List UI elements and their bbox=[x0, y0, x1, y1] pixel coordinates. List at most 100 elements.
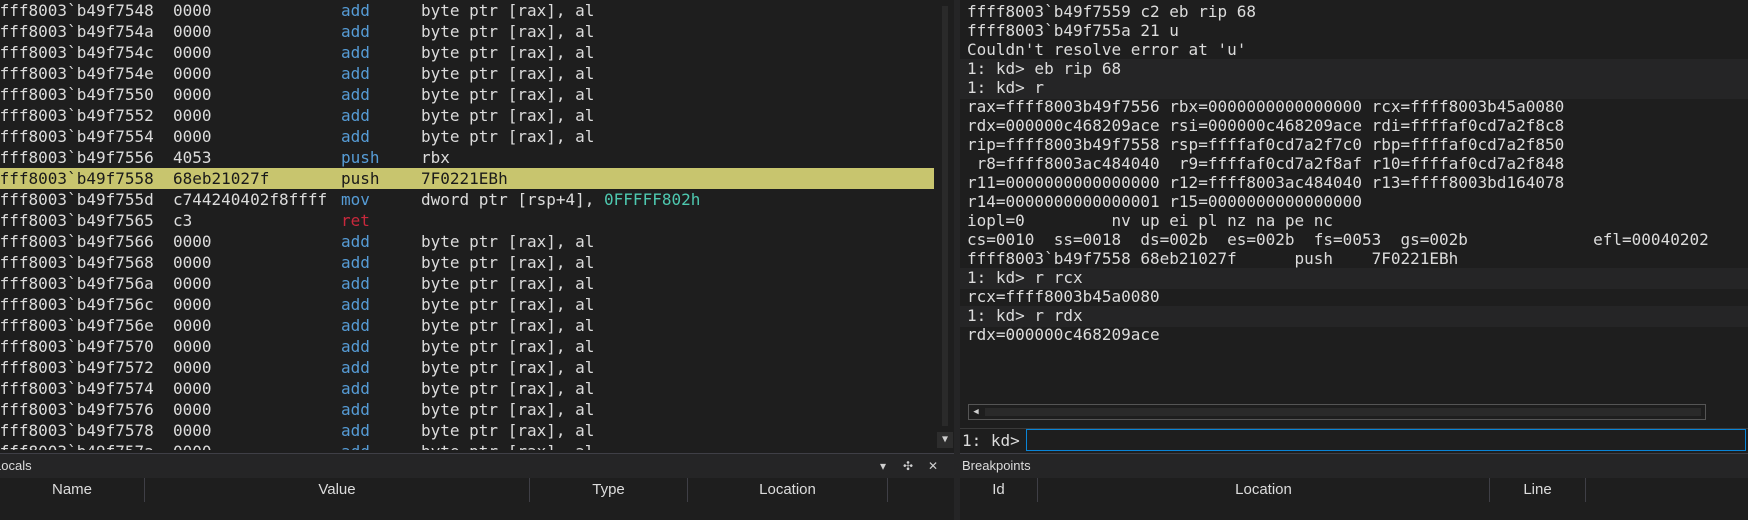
instruction-address: ffff8003`b49f754a bbox=[0, 22, 154, 41]
command-input[interactable] bbox=[1026, 429, 1746, 451]
instruction-bytes: 0000 bbox=[173, 421, 212, 440]
command-echo-line: 1: kd> r bbox=[967, 78, 1045, 97]
disassembly-line[interactable]: ffff8003`b49f7576 0000 add byte ptr [rax], … bbox=[0, 399, 934, 420]
disassembly-line[interactable]: ffff8003`b49f756c 0000 add byte ptr [rax], … bbox=[0, 294, 934, 315]
instruction-bytes: 4053 bbox=[173, 148, 212, 167]
instruction-operands: byte ptr [rax], al bbox=[421, 378, 594, 399]
instruction-address: ffff8003`b49f7554 bbox=[0, 127, 154, 146]
instruction-mnemonic: mov bbox=[341, 190, 370, 209]
command-output-line: rcx=ffff8003b45a0080 bbox=[967, 287, 1160, 306]
locals-col-location[interactable]: Location bbox=[688, 478, 888, 502]
instruction-operands: byte ptr [rax], al bbox=[421, 105, 594, 126]
pin-icon[interactable]: ✣ bbox=[899, 454, 917, 478]
chevron-down-icon[interactable]: ▾ bbox=[874, 454, 892, 478]
operand-text: byte ptr [rax], al bbox=[421, 379, 595, 398]
locals-title: Locals bbox=[0, 458, 32, 473]
command-output-line: r14=0000000000000001 r15=000000000000000… bbox=[967, 192, 1362, 211]
operand-text: byte ptr [rax], al bbox=[421, 64, 595, 83]
instruction-bytes: 0000 bbox=[173, 316, 212, 335]
disassembly-current-line[interactable]: ffff8003`b49f7558 68eb21027f push 7F0221EBh bbox=[0, 168, 934, 189]
command-horizontal-scrollbar[interactable]: ◀ bbox=[968, 404, 1706, 420]
disassembly-line[interactable]: ffff8003`b49f7554 0000 add byte ptr [rax], … bbox=[0, 126, 934, 147]
breakpoints-panel-header: Breakpoints bbox=[960, 453, 1748, 478]
scrollbar-thumb[interactable] bbox=[942, 6, 948, 426]
breakpoints-col-line[interactable]: Line bbox=[1490, 478, 1586, 502]
command-output-line: ffff8003`b49f755a 21 u bbox=[967, 21, 1179, 40]
command-output-line: r11=0000000000000000 r12=ffff8003ac48404… bbox=[967, 173, 1565, 192]
instruction-address: ffff8003`b49f756a bbox=[0, 274, 154, 293]
instruction-operands: 7F0221EBh bbox=[421, 168, 508, 189]
disassembly-line[interactable]: ffff8003`b49f7548 0000 add byte ptr [rax], … bbox=[0, 0, 934, 21]
operand-text: byte ptr [rax], al bbox=[421, 85, 595, 104]
scroll-left-arrow-icon[interactable]: ◀ bbox=[969, 405, 983, 419]
scrollbar-track[interactable] bbox=[985, 408, 1701, 416]
instruction-address: ffff8003`b49f756c bbox=[0, 295, 154, 314]
instruction-operands: byte ptr [rax], al bbox=[421, 441, 594, 450]
instruction-mnemonic: add bbox=[341, 22, 370, 41]
disassembly-line[interactable]: ffff8003`b49f756a 0000 add byte ptr [rax], … bbox=[0, 273, 934, 294]
breakpoints-column-header: Id Location Line bbox=[960, 478, 1748, 502]
breakpoints-col-id[interactable]: Id bbox=[960, 478, 1038, 502]
disassembly-line[interactable]: ffff8003`b49f754c 0000 add byte ptr [rax], … bbox=[0, 42, 934, 63]
operand-text: byte ptr [rax], al bbox=[421, 232, 595, 251]
operand-text: byte ptr [rax], al bbox=[421, 316, 595, 335]
command-output-line: r8=ffff8003ac484040 r9=ffffaf0cd7a2f8af … bbox=[967, 154, 1565, 173]
instruction-operands: byte ptr [rax], al bbox=[421, 252, 594, 273]
instruction-address: ffff8003`b49f756e bbox=[0, 316, 154, 335]
breakpoints-body[interactable] bbox=[960, 502, 1748, 520]
operand-text: byte ptr [rax], al bbox=[421, 253, 595, 272]
instruction-address: ffff8003`b49f7550 bbox=[0, 85, 154, 104]
instruction-address: ffff8003`b49f7566 bbox=[0, 232, 154, 251]
disassembly-line[interactable]: ffff8003`b49f7574 0000 add byte ptr [rax], … bbox=[0, 378, 934, 399]
disassembly-line[interactable]: ffff8003`b49f7565 c3 ret bbox=[0, 210, 934, 231]
disassembly-pane[interactable]: ffff8003`b49f7548 0000 add byte ptr [rax], … bbox=[0, 0, 934, 450]
locals-body[interactable] bbox=[0, 502, 954, 520]
disassembly-line[interactable]: ffff8003`b49f7552 0000 add byte ptr [rax], … bbox=[0, 105, 934, 126]
locals-col-value[interactable]: Value bbox=[145, 478, 530, 502]
instruction-operands: byte ptr [rax], al bbox=[421, 42, 594, 63]
operand-text: byte ptr [rax], al bbox=[421, 274, 595, 293]
instruction-operands: byte ptr [rax], al bbox=[421, 399, 594, 420]
instruction-bytes: 0000 bbox=[173, 295, 212, 314]
command-output-line: iopl=0 nv up ei pl nz na pe nc bbox=[967, 211, 1334, 230]
disassembly-line[interactable]: ffff8003`b49f754e 0000 add byte ptr [rax], … bbox=[0, 63, 934, 84]
locals-panel-header: Locals ▾ ✣ ✕ bbox=[0, 453, 954, 478]
disassembly-line[interactable]: ffff8003`b49f7568 0000 add byte ptr [rax], … bbox=[0, 252, 934, 273]
disassembly-line[interactable]: ffff8003`b49f7566 0000 add byte ptr [rax], … bbox=[0, 231, 934, 252]
instruction-mnemonic: add bbox=[341, 441, 370, 450]
close-icon[interactable]: ✕ bbox=[924, 454, 942, 478]
scroll-down-arrow-icon[interactable]: ▼ bbox=[937, 432, 953, 448]
disassembly-line[interactable]: ffff8003`b49f7550 0000 add byte ptr [rax], … bbox=[0, 84, 934, 105]
instruction-address: ffff8003`b49f7552 bbox=[0, 106, 154, 125]
breakpoints-col-location[interactable]: Location bbox=[1038, 478, 1490, 502]
disassembly-line[interactable]: ffff8003`b49f7570 0000 add byte ptr [rax], … bbox=[0, 336, 934, 357]
disassembly-line[interactable]: ffff8003`b49f757a 0000 add byte ptr [rax], … bbox=[0, 441, 934, 450]
disassembly-line[interactable]: ffff8003`b49f756e 0000 add byte ptr [rax], … bbox=[0, 315, 934, 336]
disassembly-line[interactable]: ffff8003`b49f7572 0000 add byte ptr [rax], … bbox=[0, 357, 934, 378]
instruction-bytes: 0000 bbox=[173, 232, 212, 251]
instruction-bytes: 0000 bbox=[173, 85, 212, 104]
instruction-operands: dword ptr [rsp+4], 0FFFFF802h bbox=[421, 189, 700, 210]
instruction-bytes: 0000 bbox=[173, 1, 212, 20]
instruction-address: ffff8003`b49f7556 bbox=[0, 148, 154, 167]
disassembly-line[interactable]: ffff8003`b49f755d c744240402f8ffff mov dwor… bbox=[0, 189, 934, 210]
locals-col-name[interactable]: Name bbox=[0, 478, 145, 502]
locals-col-type[interactable]: Type bbox=[530, 478, 688, 502]
command-echo-line: 1: kd> eb rip 68 bbox=[967, 59, 1122, 78]
instruction-address: ffff8003`b49f7572 bbox=[0, 358, 154, 377]
instruction-bytes: 0000 bbox=[173, 106, 212, 125]
disassembly-scrollbar[interactable]: ▼ bbox=[936, 0, 954, 450]
disassembly-line[interactable]: ffff8003`b49f754a 0000 add byte ptr [rax], … bbox=[0, 21, 934, 42]
instruction-mnemonic: ret bbox=[341, 211, 370, 230]
operand-text: byte ptr [rax], al bbox=[421, 127, 595, 146]
operand-text: byte ptr [rax], al bbox=[421, 358, 595, 377]
instruction-mnemonic: push bbox=[341, 169, 380, 188]
instruction-bytes: 0000 bbox=[173, 337, 212, 356]
instruction-operands: byte ptr [rax], al bbox=[421, 336, 594, 357]
disassembly-line[interactable]: ffff8003`b49f7556 4053 push rbx bbox=[0, 147, 934, 168]
disassembly-line[interactable]: ffff8003`b49f7578 0000 add byte ptr [rax], … bbox=[0, 420, 934, 441]
instruction-address: ffff8003`b49f757a bbox=[0, 441, 154, 450]
command-output-line: rdx=000000c468209ace bbox=[967, 325, 1160, 344]
instruction-mnemonic: add bbox=[341, 1, 370, 20]
command-output[interactable]: ffff8003`b49f7559 c2 eb rip 68 ffff8003`b… bbox=[960, 0, 1748, 408]
